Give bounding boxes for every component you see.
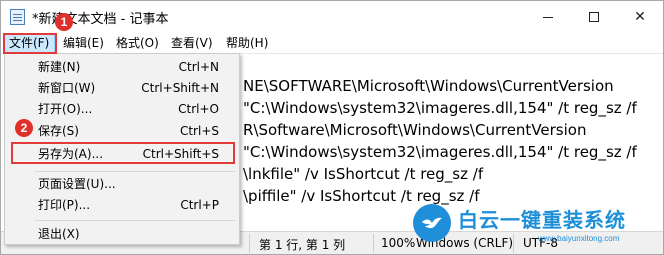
menu-item-shortcut: Ctrl+Shift+N — [141, 81, 219, 95]
menu-item-open[interactable]: 打开(O)... Ctrl+O — [5, 98, 239, 120]
maximize-icon — [589, 12, 599, 22]
highlight-save-as — [11, 142, 235, 164]
maximize-button[interactable] — [571, 1, 617, 33]
menu-edit[interactable]: 编辑(E) — [58, 33, 109, 53]
editor-line: \piffile" /v IsShortcut /t reg_sz /f — [243, 187, 480, 205]
menu-item-new[interactable]: 新建(N) Ctrl+N — [5, 56, 239, 78]
editor-line: \lnkfile" /v IsShortcut /t reg_sz /f — [243, 165, 484, 183]
menu-item-print[interactable]: 打印(P)... Ctrl+P — [5, 194, 239, 216]
minimize-icon — [543, 16, 553, 18]
watermark-title: 白云一键重装系统 — [458, 208, 626, 232]
editor-line: NE\SOFTWARE\Microsoft\Windows\CurrentVer… — [243, 77, 614, 95]
menu-item-shortcut: Ctrl+S — [179, 124, 219, 138]
menu-format[interactable]: 格式(O) — [111, 33, 164, 53]
notepad-window: *新建文本文档 - 记事本 ✕ 文件(F) 编辑(E) 格式(O) 查看(V) … — [0, 0, 664, 255]
notepad-icon — [10, 9, 25, 25]
bird-logo-icon — [413, 204, 451, 242]
menu-separator — [35, 220, 235, 221]
menu-item-page-setup[interactable]: 页面设置(U)... — [5, 173, 239, 195]
watermark-url: www.baiyunxitong.com — [538, 234, 620, 243]
bird-icon — [422, 217, 442, 229]
menu-item-save[interactable]: 保存(S) Ctrl+S — [5, 120, 239, 142]
menu-item-shortcut: Ctrl+N — [178, 60, 219, 74]
menu-item-label: 退出(X) — [38, 227, 80, 241]
menu-item-new-window[interactable]: 新窗口(W) Ctrl+Shift+N — [5, 77, 239, 99]
close-button[interactable]: ✕ — [617, 1, 663, 33]
menu-separator — [35, 171, 235, 172]
zoom-level: 100% — [381, 236, 416, 250]
menu-item-exit[interactable]: 退出(X) — [5, 223, 239, 245]
watermark: 白云一键重装系统 www.baiyunxitong.com — [413, 204, 663, 249]
step-badge-2: 2 — [15, 119, 33, 137]
title-bar: *新建文本文档 - 记事本 ✕ — [1, 1, 663, 33]
editor-line: "C:\Windows\system32\imageres.dll,154" /… — [243, 143, 637, 161]
menu-item-shortcut: Ctrl+O — [178, 102, 219, 116]
cursor-position: 第 1 行, 第 1 列 — [259, 238, 346, 252]
menu-view[interactable]: 查看(V) — [166, 33, 218, 53]
menu-item-label: 打印(P)... — [38, 198, 91, 212]
window-title: *新建文本文档 - 记事本 — [32, 12, 169, 27]
menu-item-label: 页面设置(U)... — [38, 177, 116, 191]
editor-line: "C:\Windows\system32\imageres.dll,154" /… — [243, 99, 637, 117]
editor-line: R\Software\Microsoft\Windows\CurrentVers… — [243, 121, 587, 139]
step-badge-1: 1 — [55, 13, 73, 31]
highlight-file-menu — [3, 33, 57, 54]
menu-item-label: 新窗口(W) — [38, 81, 96, 95]
menu-item-shortcut: Ctrl+P — [180, 198, 219, 212]
status-divider — [249, 234, 250, 253]
minimize-button[interactable] — [525, 1, 571, 33]
menu-item-label: 打开(O)... — [38, 102, 93, 116]
status-divider — [373, 234, 374, 253]
menu-help[interactable]: 帮助(H) — [221, 33, 273, 53]
menu-bar: 文件(F) 编辑(E) 格式(O) 查看(V) 帮助(H) — [1, 33, 663, 53]
menu-item-label: 保存(S) — [38, 124, 79, 138]
menu-item-label: 新建(N) — [38, 60, 81, 74]
